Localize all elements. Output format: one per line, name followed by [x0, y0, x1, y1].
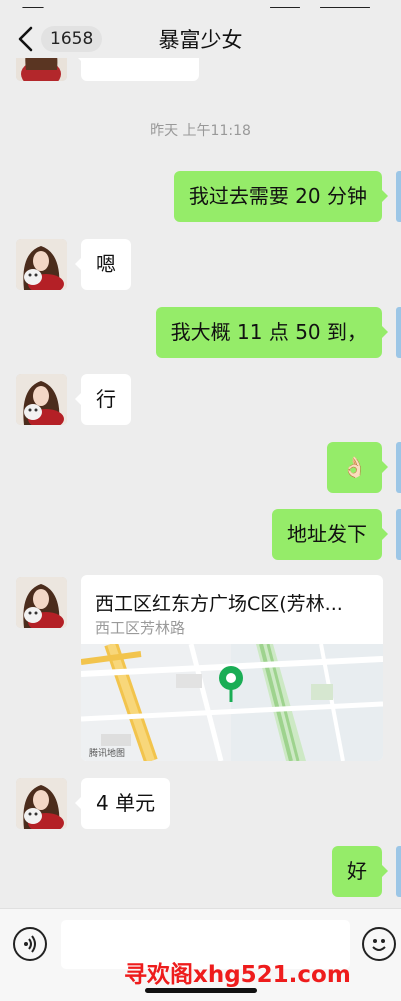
- location-title: 西工区红东方广场C区(芳林...: [95, 593, 343, 615]
- self-avatar[interactable]: [396, 307, 401, 358]
- message-bubble-in[interactable]: 4 单元: [74, 778, 171, 829]
- contact-avatar[interactable]: [16, 58, 67, 81]
- self-avatar[interactable]: [396, 171, 401, 222]
- message-bubble-in[interactable]: 嗯: [75, 239, 131, 290]
- location-address: 西工区芳林路: [95, 619, 186, 637]
- smiley-icon: [372, 939, 386, 951]
- voice-icon: [24, 935, 36, 953]
- contact-avatar[interactable]: [16, 374, 67, 425]
- message-bubble-out[interactable]: 我大概 11 点 50 到，: [155, 307, 389, 358]
- contact-avatar[interactable]: [16, 239, 67, 290]
- home-indicator: [145, 988, 257, 993]
- message-bubble-out[interactable]: 好: [332, 846, 388, 897]
- voice-input-button[interactable]: [13, 927, 47, 961]
- contact-avatar[interactable]: [16, 577, 67, 628]
- watermark-text: 寻欢阁xhg521.com: [124, 962, 351, 988]
- message-bubble-out[interactable]: 👌🏻: [327, 442, 388, 493]
- self-avatar[interactable]: [396, 509, 401, 560]
- self-avatar[interactable]: [396, 846, 401, 897]
- chat-title: 暴富少女: [158, 28, 243, 52]
- message-list[interactable]: 昨天 上午11:18 我过去需要 20 分钟 嗯 我大概 11 点 50 到，: [0, 58, 401, 908]
- message-bubble-in[interactable]: 行: [75, 374, 131, 425]
- contact-avatar[interactable]: [16, 778, 67, 829]
- emoji-button[interactable]: [362, 927, 396, 961]
- status-bar: [0, 0, 401, 8]
- message-timestamp: 昨天 上午11:18: [150, 123, 251, 139]
- location-message-card[interactable]: 西工区红东方广场C区(芳林... 西工区芳林路 腾讯地图: [81, 575, 383, 761]
- location-map-preview[interactable]: 腾讯地图: [81, 641, 383, 761]
- message-bubble-out[interactable]: 地址发下: [272, 509, 388, 560]
- map-brand-label: 腾讯地图: [89, 747, 125, 759]
- self-avatar[interactable]: [396, 442, 401, 493]
- message-bubble-out[interactable]: 我过去需要 20 分钟: [173, 171, 389, 222]
- message-bubble-partial[interactable]: [75, 58, 199, 81]
